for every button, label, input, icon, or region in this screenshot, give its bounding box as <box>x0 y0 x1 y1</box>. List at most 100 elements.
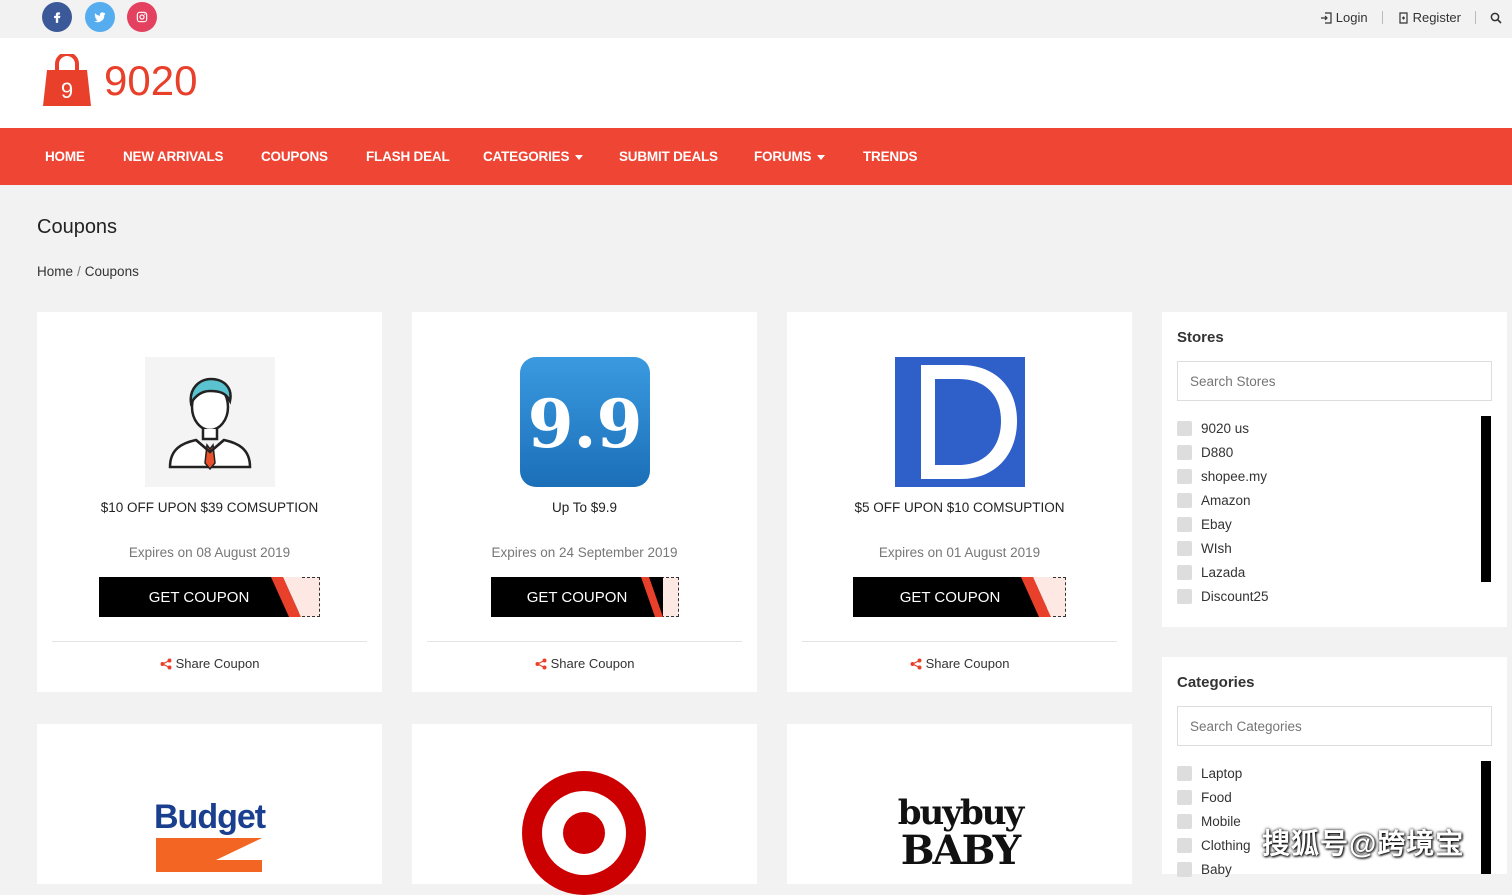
store-logo-budget[interactable]: Budget <box>154 798 269 872</box>
coupon-expiry: Expires on 01 August 2019 <box>878 545 1041 560</box>
coupon-card: D $5 OFF UPON $10 COMSUPTION Expires on … <box>787 312 1132 692</box>
coupon-title: $10 OFF UPON $39 COMSUPTION <box>100 500 319 515</box>
list-item[interactable]: Amazon <box>1177 488 1269 512</box>
svg-text:9: 9 <box>61 78 73 103</box>
get-coupon-button[interactable]: GET COUPON <box>99 577 320 617</box>
watermark: 搜狐号@跨境宝 <box>1262 828 1465 859</box>
get-coupon-button[interactable]: GET COUPON <box>853 577 1066 617</box>
person-avatar-icon <box>168 377 252 471</box>
checkbox[interactable] <box>1177 813 1192 829</box>
list-item[interactable]: D880 <box>1177 440 1269 464</box>
chevron-down-icon <box>575 154 584 160</box>
list-item[interactable]: Food <box>1177 785 1251 809</box>
list-item[interactable]: shopee.my <box>1177 464 1269 488</box>
checkbox[interactable] <box>1177 789 1192 805</box>
list-item[interactable]: Baby <box>1177 857 1251 881</box>
page-title: Coupons <box>37 216 118 238</box>
categories-scrollbar[interactable] <box>1481 761 1491 874</box>
stores-list: 9020 us D880 shopee.my Amazon Ebay WIsh … <box>1177 416 1269 608</box>
checkbox[interactable] <box>1177 861 1192 877</box>
share-icon <box>910 658 922 669</box>
checkbox[interactable] <box>1177 444 1192 460</box>
share-coupon-link[interactable]: Share Coupon <box>412 656 757 671</box>
main-nav: HOME NEW ARRIVALS COUPONS FLASH DEAL CAT… <box>0 128 1512 185</box>
list-item[interactable]: WIsh <box>1177 536 1269 560</box>
share-icon <box>160 658 172 669</box>
coupon-card: $10 OFF UPON $39 COMSUPTION Expires on 0… <box>37 312 382 692</box>
facebook-icon[interactable] <box>42 2 72 32</box>
checkbox[interactable] <box>1177 516 1192 532</box>
checkbox[interactable] <box>1177 540 1192 556</box>
coupon-card: buybuy BABY <box>787 724 1132 884</box>
breadcrumb-home[interactable]: Home <box>37 264 73 279</box>
checkbox[interactable] <box>1177 420 1192 436</box>
divider <box>427 641 742 642</box>
shopping-bag-icon: 9 <box>43 54 91 106</box>
nav-flash-deal[interactable]: FLASH DEAL <box>366 128 450 185</box>
checkbox[interactable] <box>1177 588 1192 604</box>
stores-widget: Stores 9020 us D880 shopee.my Amazon Eba… <box>1162 312 1507 627</box>
chevron-down-icon <box>817 154 826 160</box>
list-item[interactable]: Ebay <box>1177 512 1269 536</box>
register-icon <box>1398 11 1408 24</box>
search-stores-input[interactable] <box>1177 361 1492 401</box>
store-logo-d[interactable]: D <box>895 357 1025 487</box>
list-item[interactable]: Clothing <box>1177 833 1251 857</box>
nav-trends[interactable]: TRENDS <box>863 128 918 185</box>
search-icon[interactable] <box>1490 12 1502 24</box>
list-item[interactable]: Discount25 <box>1177 584 1269 608</box>
categories-list: Laptop Food Mobile Clothing Baby <box>1177 761 1251 881</box>
nav-categories[interactable]: CATEGORIES <box>483 128 584 185</box>
coupon-title: Up To $9.9 <box>551 500 618 515</box>
register-label: Register <box>1412 10 1461 25</box>
coupon-expiry: Expires on 24 September 2019 <box>491 545 678 560</box>
list-item[interactable]: 9020 us <box>1177 416 1269 440</box>
share-coupon-link[interactable]: Share Coupon <box>787 656 1132 671</box>
coupon-card: Budget <box>37 724 382 884</box>
list-item[interactable]: Lazada <box>1177 560 1269 584</box>
search-categories-input[interactable] <box>1177 706 1492 746</box>
divider <box>802 641 1117 642</box>
checkbox[interactable] <box>1177 564 1192 580</box>
share-coupon-link[interactable]: Share Coupon <box>37 656 382 671</box>
nav-submit-deals[interactable]: SUBMIT DEALS <box>619 128 718 185</box>
divider <box>52 641 367 642</box>
checkbox[interactable] <box>1177 837 1192 853</box>
instagram-icon[interactable] <box>127 2 157 32</box>
login-label: Login <box>1335 10 1368 25</box>
twitter-icon[interactable] <box>85 2 115 32</box>
store-logo-buybuybaby[interactable]: buybuy BABY <box>895 794 1025 871</box>
logo-text: 9020 <box>104 57 198 104</box>
checkbox[interactable] <box>1177 468 1192 484</box>
list-item[interactable]: Mobile <box>1177 809 1251 833</box>
coupon-title: $5 OFF UPON $10 COMSUPTION <box>854 500 1065 515</box>
share-icon <box>535 658 547 669</box>
target-logo-icon[interactable] <box>522 771 646 895</box>
nav-forums[interactable]: FORUMS <box>754 128 826 185</box>
store-logo-avatar[interactable] <box>145 357 275 487</box>
coupon-card <box>412 724 757 895</box>
header: 9 9020 <box>0 38 1512 128</box>
coupon-card: 9.9 Up To $9.9 Expires on 24 September 2… <box>412 312 757 692</box>
coupon-expiry: Expires on 08 August 2019 <box>128 545 291 560</box>
stores-scrollbar[interactable] <box>1481 416 1491 582</box>
nav-coupons[interactable]: COUPONS <box>261 128 328 185</box>
stores-heading: Stores <box>1177 329 1224 346</box>
checkbox[interactable] <box>1177 492 1192 508</box>
checkbox[interactable] <box>1177 765 1192 781</box>
svg-text:9.9: 9.9 <box>528 385 643 463</box>
breadcrumb-current: Coupons <box>84 264 139 279</box>
login-link[interactable]: Login <box>1320 10 1368 25</box>
nav-home[interactable]: HOME <box>45 128 85 185</box>
nav-new-arrivals[interactable]: NEW ARRIVALS <box>123 128 224 185</box>
site-logo[interactable]: 9 9020 <box>42 54 197 108</box>
breadcrumb: Home / Coupons <box>37 264 139 279</box>
register-link[interactable]: Register <box>1397 10 1461 25</box>
list-item[interactable]: Laptop <box>1177 761 1251 785</box>
categories-heading: Categories <box>1177 674 1255 691</box>
account-links: Login Register <box>1320 10 1512 25</box>
login-icon <box>1320 11 1332 24</box>
top-bar: Login Register <box>0 0 1512 38</box>
store-logo-99[interactable]: 9.9 <box>520 357 650 487</box>
get-coupon-button[interactable]: GET COUPON <box>491 577 679 617</box>
